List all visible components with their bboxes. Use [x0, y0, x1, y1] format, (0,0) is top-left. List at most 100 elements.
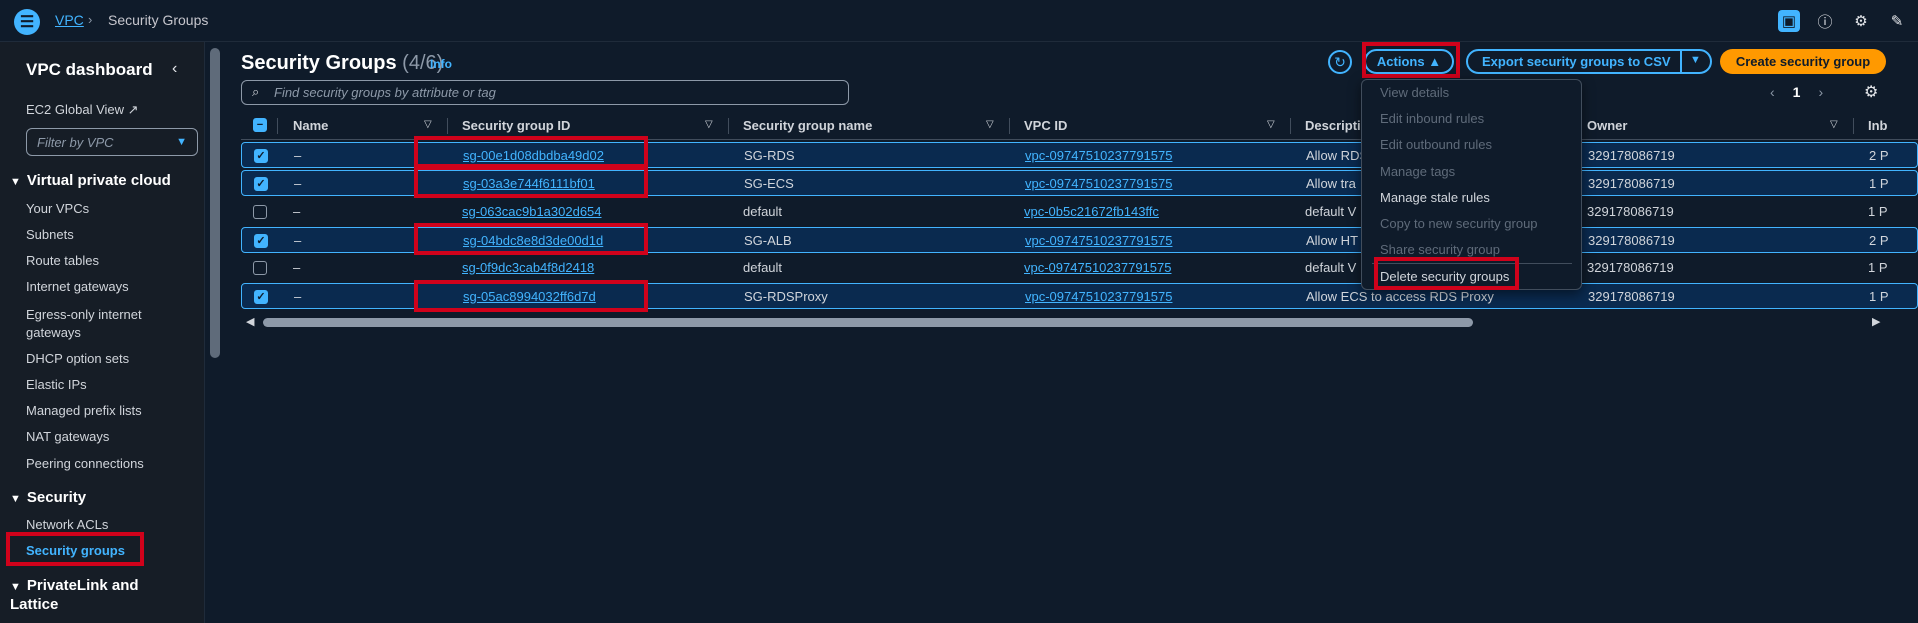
- hamburger-menu-icon[interactable]: ☰: [14, 9, 40, 35]
- breadcrumb-vpc-link[interactable]: VPC: [55, 12, 84, 28]
- column-header-vpc-id[interactable]: VPC ID: [1024, 118, 1067, 133]
- sidebar-item-nat-gateways[interactable]: NAT gateways: [26, 429, 109, 444]
- cell-security-group-id-link[interactable]: sg-063cac9b1a302d654: [462, 204, 602, 219]
- sidebar-item-route-tables[interactable]: Route tables: [26, 253, 99, 268]
- external-link-icon: ↗: [127, 102, 139, 117]
- scroll-right-icon[interactable]: ▶: [1872, 315, 1880, 328]
- menu-item-delete-security-groups[interactable]: Delete security groups: [1380, 269, 1509, 284]
- table-row[interactable]: ✓ – sg-00e1d08dbdba49d02 SG-RDS vpc-0974…: [241, 142, 1918, 168]
- sort-icon[interactable]: ▽: [986, 119, 994, 130]
- sidebar-item-peering-connections[interactable]: Peering connections: [26, 456, 144, 471]
- actions-button[interactable]: Actions ▲: [1364, 49, 1454, 74]
- table-row[interactable]: – sg-063cac9b1a302d654 default vpc-0b5c2…: [241, 199, 1918, 225]
- create-security-group-button[interactable]: Create security group: [1720, 49, 1886, 74]
- current-page[interactable]: 1: [1793, 84, 1801, 100]
- panel-toggle-icon[interactable]: ▣: [1778, 10, 1800, 32]
- search-icon: ⌕: [252, 84, 260, 99]
- cell-inbound: 1 P: [1869, 176, 1889, 191]
- sidebar-item-security-groups[interactable]: Security groups: [26, 543, 125, 558]
- column-header-security-group-id[interactable]: Security group ID: [462, 118, 570, 133]
- sidebar-item-elastic-ips[interactable]: Elastic IPs: [26, 377, 87, 392]
- row-checkbox[interactable]: ✓: [254, 290, 268, 304]
- top-right-tools: ▣ ⓘ ⚙ ✎: [1778, 10, 1908, 32]
- sidebar-title[interactable]: VPC dashboard: [26, 60, 153, 80]
- column-divider: [277, 118, 278, 134]
- sidebar-item-subnets[interactable]: Subnets: [26, 227, 74, 242]
- sidebar-item-ec2-global-view[interactable]: EC2 Global View ↗: [26, 102, 139, 118]
- row-checkbox[interactable]: [253, 205, 267, 219]
- column-header-security-group-name[interactable]: Security group name: [743, 118, 872, 133]
- sidebar-item-internet-gateways[interactable]: Internet gateways: [26, 279, 129, 294]
- scroll-left-icon[interactable]: ◀: [246, 315, 254, 328]
- sidebar-item-egress-only-gateways[interactable]: Egress-only internet gateways: [26, 306, 176, 342]
- table-preferences-gear-icon[interactable]: ⚙: [1864, 82, 1878, 102]
- table-row[interactable]: ✓ – sg-04bdc8e8d3de00d1d SG-ALB vpc-0974…: [241, 227, 1918, 253]
- settings-icon[interactable]: ⚙: [1850, 10, 1872, 32]
- page-title: Security Groups (4/6): [241, 52, 443, 75]
- info-link[interactable]: Info: [430, 57, 452, 71]
- cell-security-group-id-link[interactable]: sg-03a3e744f6111bf01: [463, 176, 595, 191]
- column-divider: [447, 118, 448, 134]
- cell-vpc-id-link[interactable]: vpc-09747510237791575: [1025, 176, 1172, 191]
- menu-item-edit-inbound-rules[interactable]: Edit inbound rules: [1380, 111, 1484, 126]
- menu-item-share-security-group[interactable]: Share security group: [1380, 242, 1500, 257]
- search-input[interactable]: ⌕ Find security groups by attribute or ta…: [241, 80, 849, 105]
- sidebar-section-vpc[interactable]: ▼ Virtual private cloud: [10, 172, 171, 189]
- table-row[interactable]: – sg-0f9dc3cab4f8d2418 default vpc-09747…: [241, 255, 1918, 281]
- row-checkbox[interactable]: ✓: [254, 177, 268, 191]
- cell-vpc-id-link[interactable]: vpc-0b5c21672fb143ffc: [1024, 204, 1159, 219]
- sidebar-scrollbar[interactable]: [210, 48, 220, 358]
- sidebar-item-your-vpcs[interactable]: Your VPCs: [26, 201, 89, 216]
- next-page-icon[interactable]: ›: [1818, 84, 1823, 100]
- menu-item-view-details[interactable]: View details: [1380, 85, 1449, 100]
- caret-down-icon[interactable]: ▼: [1690, 54, 1701, 66]
- cell-name: –: [293, 260, 301, 275]
- cell-vpc-id-link[interactable]: vpc-09747510237791575: [1025, 289, 1172, 304]
- sort-icon[interactable]: ▽: [705, 119, 713, 130]
- row-checkbox[interactable]: ✓: [254, 234, 268, 248]
- breadcrumb-current: Security Groups: [108, 12, 209, 28]
- cell-vpc-id-link[interactable]: vpc-09747510237791575: [1025, 148, 1172, 163]
- sidebar-item-managed-prefix-lists[interactable]: Managed prefix lists: [26, 403, 142, 418]
- sidebar-item-dhcp-option-sets[interactable]: DHCP option sets: [26, 351, 129, 366]
- menu-item-manage-tags[interactable]: Manage tags: [1380, 164, 1455, 179]
- cell-description: Allow RDS: [1306, 148, 1369, 163]
- feedback-icon[interactable]: ✎: [1886, 10, 1908, 32]
- column-header-name[interactable]: Name: [293, 118, 328, 133]
- cell-description: Allow tra: [1306, 176, 1356, 191]
- sort-icon[interactable]: ▽: [1267, 119, 1275, 130]
- sidebar-section-security[interactable]: ▼ Security: [10, 489, 86, 506]
- menu-item-manage-stale-rules[interactable]: Manage stale rules: [1380, 190, 1490, 205]
- cell-vpc-id-link[interactable]: vpc-09747510237791575: [1024, 260, 1171, 275]
- cell-security-group-id-link[interactable]: sg-05ac8994032ff6d7d: [463, 289, 596, 304]
- cell-vpc-id-link[interactable]: vpc-09747510237791575: [1025, 233, 1172, 248]
- column-divider: [1853, 118, 1854, 134]
- menu-item-edit-outbound-rules[interactable]: Edit outbound rules: [1380, 137, 1492, 152]
- cell-security-group-id-link[interactable]: sg-00e1d08dbdba49d02: [463, 148, 604, 163]
- table-row[interactable]: ✓ – sg-03a3e744f6111bf01 SG-ECS vpc-0974…: [241, 170, 1918, 196]
- sidebar-section-privatelink[interactable]: ▼ PrivateLink and Lattice: [10, 577, 190, 614]
- column-header-owner[interactable]: Owner: [1587, 118, 1627, 133]
- collapse-sidebar-icon[interactable]: ‹: [172, 60, 177, 78]
- sidebar-item-network-acls[interactable]: Network ACLs: [26, 517, 108, 532]
- cell-name: –: [294, 176, 302, 191]
- info-icon[interactable]: ⓘ: [1814, 10, 1836, 32]
- cell-security-group-name: default: [743, 204, 783, 219]
- export-csv-button[interactable]: Export security groups to CSV ▼: [1466, 49, 1712, 74]
- sort-icon[interactable]: ▽: [1830, 119, 1838, 130]
- row-checkbox[interactable]: ✓: [254, 149, 268, 163]
- sort-icon[interactable]: ▽: [424, 119, 432, 130]
- cell-security-group-id-link[interactable]: sg-0f9dc3cab4f8d2418: [462, 260, 594, 275]
- table-row[interactable]: ✓ – sg-05ac8994032ff6d7d SG-RDSProxy vpc…: [241, 283, 1918, 309]
- cell-security-group-id-link[interactable]: sg-04bdc8e8d3de00d1d: [463, 233, 603, 248]
- refresh-icon[interactable]: ↻: [1328, 50, 1352, 74]
- horizontal-scrollbar[interactable]: [263, 318, 1473, 327]
- row-checkbox[interactable]: [253, 261, 267, 275]
- select-all-checkbox[interactable]: −: [253, 118, 267, 132]
- prev-page-icon[interactable]: ‹: [1770, 84, 1775, 100]
- column-header-inbound[interactable]: Inb: [1868, 118, 1888, 133]
- menu-divider: [1372, 263, 1572, 264]
- menu-item-copy-to-new-security-group[interactable]: Copy to new security group: [1380, 216, 1538, 231]
- cell-security-group-name: SG-RDS: [744, 148, 795, 163]
- filter-by-vpc-select[interactable]: Filter by VPC ▼: [26, 128, 198, 156]
